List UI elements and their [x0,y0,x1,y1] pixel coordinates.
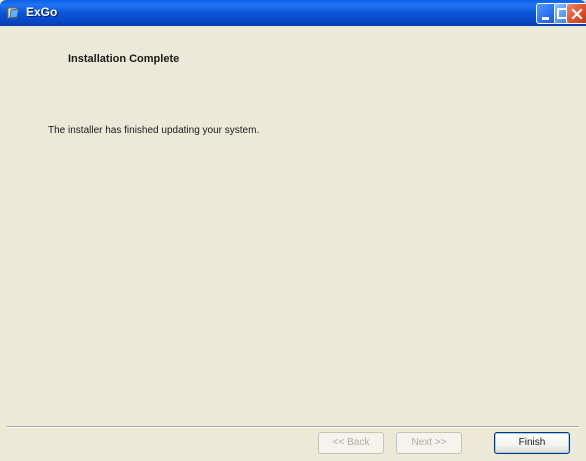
window-title: ExGo [26,5,58,19]
title-bar[interactable]: ExGo [0,0,586,26]
close-icon [571,8,583,20]
footer-divider [7,426,579,428]
app-icon [7,6,21,20]
finish-button[interactable]: Finish [494,432,570,454]
back-button[interactable]: << Back [318,432,384,454]
close-button[interactable] [566,3,586,24]
installer-window: ExGo Installation Complete The installer… [0,0,586,461]
content-area [0,26,586,426]
next-button[interactable]: Next >> [396,432,462,454]
status-message: The installer has finished updating your… [48,125,260,136]
page-title: Installation Complete [68,53,180,65]
